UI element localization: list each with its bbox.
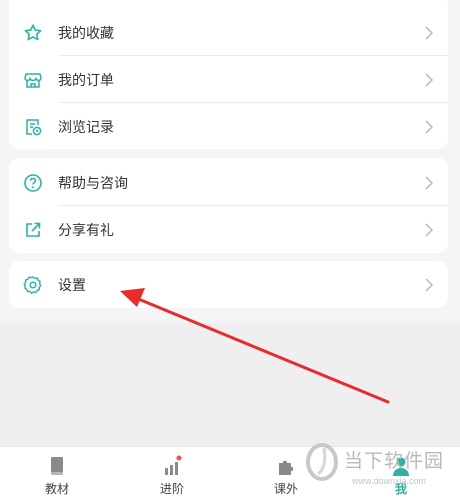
settings-icon bbox=[23, 275, 43, 295]
tab-label: 教材 bbox=[44, 482, 69, 496]
tab-label: 进阶 bbox=[159, 482, 184, 496]
book-icon bbox=[46, 455, 68, 477]
help-icon bbox=[23, 173, 43, 193]
profile-page: 我的收藏 我的订单 浏览记录 帮助与咨询 分享有礼 设置 教材 进阶 课外 我 … bbox=[0, 0, 460, 500]
puzzle-icon bbox=[275, 455, 297, 477]
chevron-right-icon bbox=[424, 175, 434, 191]
chevron-right-icon bbox=[424, 277, 434, 293]
menu-item-label: 设置 bbox=[58, 277, 86, 294]
menu-item-label: 我的收藏 bbox=[58, 25, 114, 42]
person-icon bbox=[390, 455, 412, 477]
menu-card-settings: 设置 bbox=[9, 261, 448, 308]
menu-card-account: 我的收藏 我的订单 浏览记录 bbox=[9, 0, 448, 149]
tab-me[interactable]: 我 bbox=[366, 447, 436, 500]
chevron-right-icon bbox=[424, 72, 434, 88]
menu-item-history[interactable]: 浏览记录 bbox=[9, 103, 448, 150]
share-icon bbox=[23, 220, 43, 240]
menu-item-settings[interactable]: 设置 bbox=[9, 261, 448, 308]
menu-item-help[interactable]: 帮助与咨询 bbox=[9, 159, 448, 206]
menu-item-orders[interactable]: 我的订单 bbox=[9, 56, 448, 103]
menu-item-share[interactable]: 分享有礼 bbox=[9, 206, 448, 253]
tab-label: 我 bbox=[394, 482, 407, 496]
tab-textbook[interactable]: 教材 bbox=[22, 447, 92, 500]
menu-item-label: 分享有礼 bbox=[58, 222, 114, 239]
chevron-right-icon bbox=[424, 25, 434, 41]
menu-item-label: 浏览记录 bbox=[58, 119, 114, 136]
menu-item-label: 我的订单 bbox=[58, 72, 114, 89]
bottom-tab-bar: 教材 进阶 课外 我 bbox=[0, 446, 460, 500]
menu-card-support: 帮助与咨询 分享有礼 bbox=[9, 158, 448, 253]
tab-extracurricular[interactable]: 课外 bbox=[251, 447, 321, 500]
shop-icon bbox=[23, 70, 43, 90]
chevron-right-icon bbox=[424, 119, 434, 135]
menu-item-label: 帮助与咨询 bbox=[58, 175, 128, 192]
tab-advanced[interactable]: 进阶 bbox=[137, 447, 207, 500]
chevron-right-icon bbox=[424, 222, 434, 238]
star-icon bbox=[23, 23, 43, 43]
tab-label: 课外 bbox=[273, 482, 298, 496]
history-icon bbox=[23, 117, 43, 137]
chart-icon bbox=[161, 455, 183, 477]
menu-item-favorites[interactable]: 我的收藏 bbox=[9, 9, 448, 56]
